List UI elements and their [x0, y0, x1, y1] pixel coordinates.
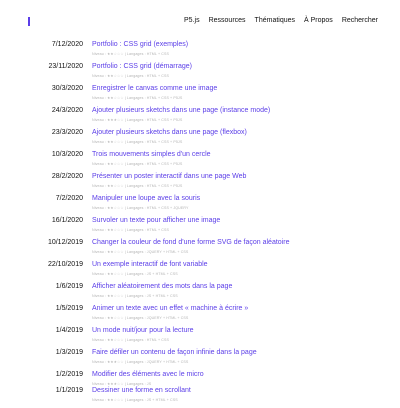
post-date: 1/3/2019: [55, 349, 83, 356]
nav-item-a-propos[interactable]: À Propos: [304, 17, 333, 24]
post-meta: Niveau : ★★☆☆☆ | Langages : JS + HTML + …: [92, 272, 178, 276]
post-meta: Niveau : ★★☆☆☆ | Langages : HTML + CSS: [92, 74, 169, 78]
nav-item-p5js[interactable]: P5.js: [184, 17, 200, 24]
list-item: 23/11/2020 Portfolio : CSS grid (démarra…: [0, 62, 400, 84]
list-item: 23/3/2020 Ajouter plusieurs sketchs dans…: [0, 128, 400, 150]
post-title-link[interactable]: Portfolio : CSS grid (exemples): [92, 41, 188, 48]
post-meta: Niveau : ★★☆☆☆ | Langages : JQUERY + HTM…: [92, 250, 189, 254]
post-title-link[interactable]: Ajouter plusieurs sketchs dans une page …: [92, 129, 247, 136]
post-date: 10/3/2020: [51, 151, 83, 158]
logo-icon[interactable]: [28, 17, 30, 26]
post-meta: Niveau : ★★★☆☆ | Langages : HTML + CSS +…: [92, 118, 183, 122]
post-title-link[interactable]: Changer la couleur de fond d'une forme S…: [92, 239, 289, 246]
post-date: 10/12/2019: [47, 239, 83, 246]
list-item: 22/10/2019 Un exemple interactif de font…: [0, 260, 400, 282]
list-item: 1/3/2019 Faire défiler un contenu de faç…: [0, 348, 400, 370]
post-title-link[interactable]: Un exemple interactif de font variable: [92, 261, 208, 268]
post-meta: Niveau : ★★☆☆☆ | Langages : HTML + CSS +…: [92, 140, 183, 144]
post-date: 28/2/2020: [51, 173, 83, 180]
list-item: 1/1/2019 Dessiner une forme en scrollant…: [0, 386, 400, 408]
list-item: 1/6/2019 Afficher aléatoirement des mots…: [0, 282, 400, 304]
list-item: 10/3/2020 Trois mouvements simples d'un …: [0, 150, 400, 172]
list-item: 30/3/2020 Enregistrer le canvas comme un…: [0, 84, 400, 106]
list-item: 7/12/2020 Portfolio : CSS grid (exemples…: [0, 40, 400, 62]
post-date: 1/2/2019: [55, 371, 83, 378]
list-item: 7/2/2020 Manipuler une loupe avec la sou…: [0, 194, 400, 216]
post-title-link[interactable]: Manipuler une loupe avec la souris: [92, 195, 200, 202]
list-item: 1/5/2019 Animer un texte avec un effet «…: [0, 304, 400, 326]
post-meta: Niveau : ★★☆☆☆ | Langages : JQUERY + HTM…: [92, 316, 189, 320]
list-item: 1/4/2019 Un mode nuit/jour pour la lectu…: [0, 326, 400, 348]
post-title-link[interactable]: Présenter un poster interactif dans une …: [92, 173, 246, 180]
post-title-link[interactable]: Survoler un texte pour afficher une imag…: [92, 217, 220, 224]
post-date: 7/12/2020: [51, 41, 83, 48]
post-meta: Niveau : ★★★☆☆ | Langages : JQUERY + HTM…: [92, 360, 189, 364]
list-item: 28/2/2020 Présenter un poster interactif…: [0, 172, 400, 194]
nav-item-rechercher[interactable]: Rechercher: [342, 17, 378, 24]
post-title-link[interactable]: Modifier des éléments avec le micro: [92, 371, 204, 378]
nav-item-ressources[interactable]: Ressources: [209, 17, 246, 24]
post-meta: Niveau : ★★☆☆☆ | Langages : HTML + CSS: [92, 52, 169, 56]
post-title-link[interactable]: Afficher aléatoirement des mots dans la …: [92, 283, 232, 290]
post-meta: Niveau : ★★☆☆☆ | Langages : HTML + CSS: [92, 228, 169, 232]
post-date: 30/3/2020: [51, 85, 83, 92]
list-item: 10/12/2019 Changer la couleur de fond d'…: [0, 238, 400, 260]
post-date: 7/2/2020: [55, 195, 83, 202]
post-date: 16/1/2020: [51, 217, 83, 224]
post-date: 22/10/2019: [47, 261, 83, 268]
list-item: 24/3/2020 Ajouter plusieurs sketchs dans…: [0, 106, 400, 128]
post-title-link[interactable]: Faire défiler un contenu de façon infini…: [92, 349, 257, 356]
nav-item-thematiques[interactable]: Thématiques: [255, 17, 295, 24]
post-title-link[interactable]: Animer un texte avec un effet « machine …: [92, 305, 248, 312]
post-date: 1/4/2019: [55, 327, 83, 334]
post-date: 23/3/2020: [51, 129, 83, 136]
main-nav: P5.js Ressources Thématiques À Propos Re…: [184, 17, 378, 24]
post-meta: Niveau : ★★☆☆☆ | Langages : HTML + CSS +…: [92, 184, 183, 188]
post-title-link[interactable]: Trois mouvements simples d'un cercle: [92, 151, 211, 158]
post-meta: Niveau : ★★☆☆☆ | Langages : HTML + CSS +…: [92, 162, 183, 166]
site-header: P5.js Ressources Thématiques À Propos Re…: [0, 0, 400, 42]
post-title-link[interactable]: Enregistrer le canvas comme une image: [92, 85, 217, 92]
post-date: 23/11/2020: [48, 63, 83, 70]
post-meta: Niveau : ★★☆☆☆ | Langages : HTML + CSS: [92, 338, 169, 342]
post-date: 1/6/2019: [55, 283, 83, 290]
post-date: 1/5/2019: [55, 305, 83, 312]
post-meta: Niveau : ★★☆☆☆ | Langages : HTML + CSS +…: [92, 206, 189, 210]
post-title-link[interactable]: Dessiner une forme en scrollant: [92, 387, 191, 394]
post-date: 24/3/2020: [51, 107, 83, 114]
post-title-link[interactable]: Portfolio : CSS grid (démarrage): [92, 63, 192, 70]
list-item: 16/1/2020 Survoler un texte pour affiche…: [0, 216, 400, 238]
post-meta: Niveau : ★★☆☆☆ | Langages : JS + HTML + …: [92, 398, 178, 402]
post-meta: Niveau : ★★☆☆☆ | Langages : JS + HTML + …: [92, 294, 178, 298]
post-title-link[interactable]: Ajouter plusieurs sketchs dans une page …: [92, 107, 270, 114]
post-date: 1/1/2019: [55, 387, 83, 394]
post-title-link[interactable]: Un mode nuit/jour pour la lecture: [92, 327, 194, 334]
post-meta: Niveau : ★★☆☆☆ | Langages : HTML + CSS +…: [92, 96, 183, 100]
